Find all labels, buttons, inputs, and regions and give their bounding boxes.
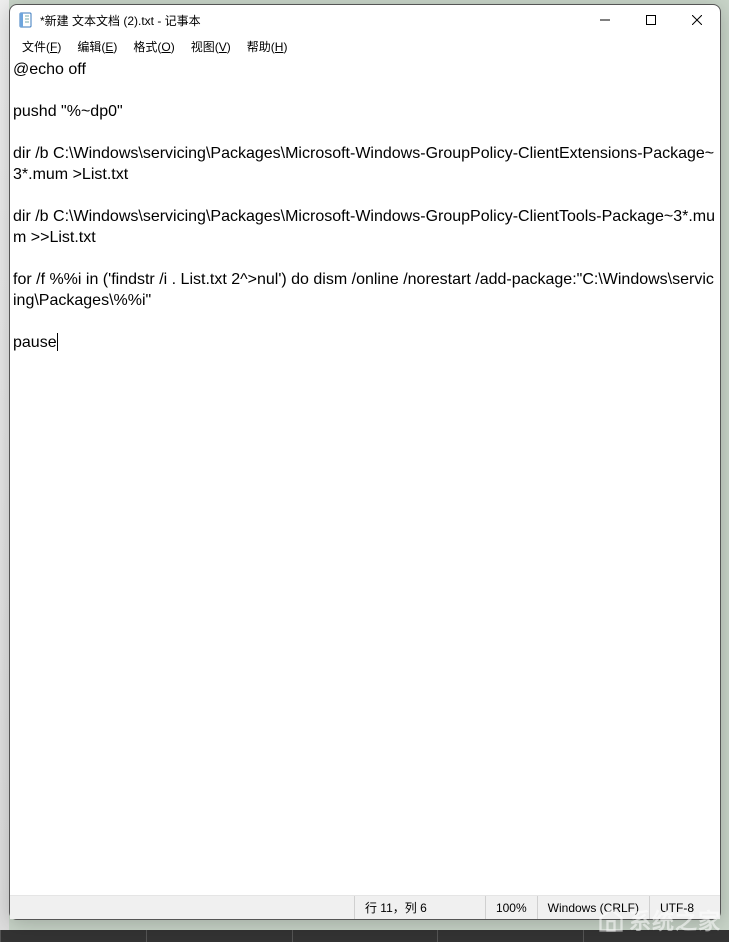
- close-button[interactable]: [674, 5, 720, 35]
- titlebar[interactable]: *新建 文本文档 (2).txt - 记事本: [10, 5, 720, 35]
- menu-help[interactable]: 帮助(H): [239, 36, 296, 57]
- minimize-button[interactable]: [582, 5, 628, 35]
- notepad-icon: [18, 12, 34, 28]
- window-controls: [582, 5, 720, 35]
- menu-view[interactable]: 视图(V): [183, 36, 239, 57]
- status-zoom[interactable]: 100%: [486, 896, 537, 919]
- status-encoding: UTF-8: [650, 896, 720, 919]
- notepad-window: *新建 文本文档 (2).txt - 记事本 文件(F) 编辑(E) 格式(O)…: [9, 4, 721, 920]
- status-line-ending: Windows (CRLF): [538, 896, 649, 919]
- status-cursor-position: 行 11，列 6: [355, 896, 485, 919]
- statusbar: 行 11，列 6 100% Windows (CRLF) UTF-8: [10, 895, 720, 919]
- menu-format[interactable]: 格式(O): [125, 36, 182, 57]
- editor-content: @echo off pushd "%~dp0" dir /b C:\Window…: [13, 61, 715, 351]
- text-caret: [57, 333, 58, 351]
- window-title: *新建 文本文档 (2).txt - 记事本: [40, 12, 582, 29]
- status-spacer: [10, 896, 354, 919]
- menu-edit[interactable]: 编辑(E): [69, 36, 125, 57]
- background-taskbar-strip: [0, 930, 729, 942]
- menubar: 文件(F) 编辑(E) 格式(O) 视图(V) 帮助(H): [10, 35, 720, 57]
- text-editor[interactable]: @echo off pushd "%~dp0" dir /b C:\Window…: [10, 57, 720, 895]
- maximize-button[interactable]: [628, 5, 674, 35]
- menu-file[interactable]: 文件(F): [14, 36, 69, 57]
- background-left-edge: [0, 0, 9, 942]
